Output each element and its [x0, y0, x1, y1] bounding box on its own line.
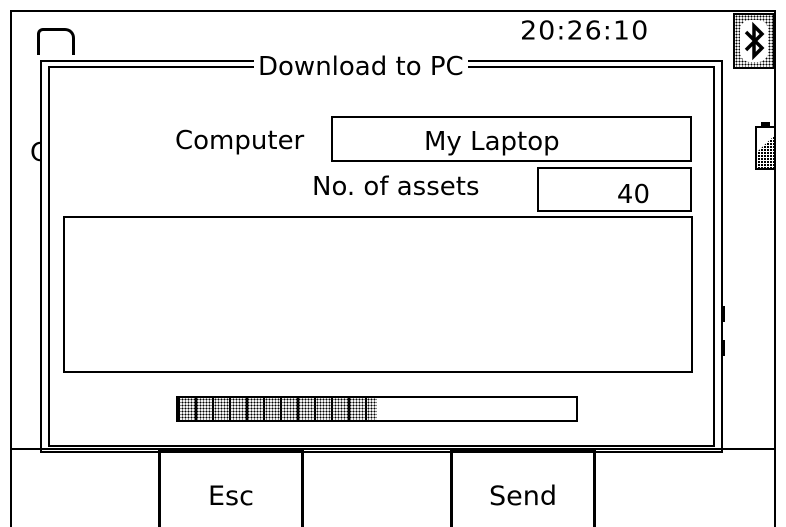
computer-field[interactable]: My Laptop	[331, 116, 692, 162]
esc-button[interactable]: Esc	[158, 448, 304, 527]
transfer-log-area	[63, 216, 693, 373]
bluetooth-icon	[733, 13, 775, 69]
assets-label: No. of assets	[312, 172, 480, 202]
assets-count-value: 40	[616, 180, 650, 210]
download-progress-bar	[176, 396, 578, 422]
send-button[interactable]: Send	[450, 448, 596, 527]
send-button-label: Send	[488, 481, 557, 512]
background-corner-mark	[37, 28, 75, 55]
assets-count-field: 40	[537, 167, 692, 212]
softkey-bar	[10, 448, 776, 527]
esc-button-label: Esc	[208, 481, 254, 512]
computer-label: Computer	[175, 126, 305, 156]
battery-icon	[755, 122, 776, 170]
status-clock: 20:26:10	[520, 16, 650, 47]
dialog-title: Download to PC	[254, 52, 468, 82]
computer-value: My Laptop	[424, 127, 560, 157]
download-progress-fill	[178, 398, 377, 420]
